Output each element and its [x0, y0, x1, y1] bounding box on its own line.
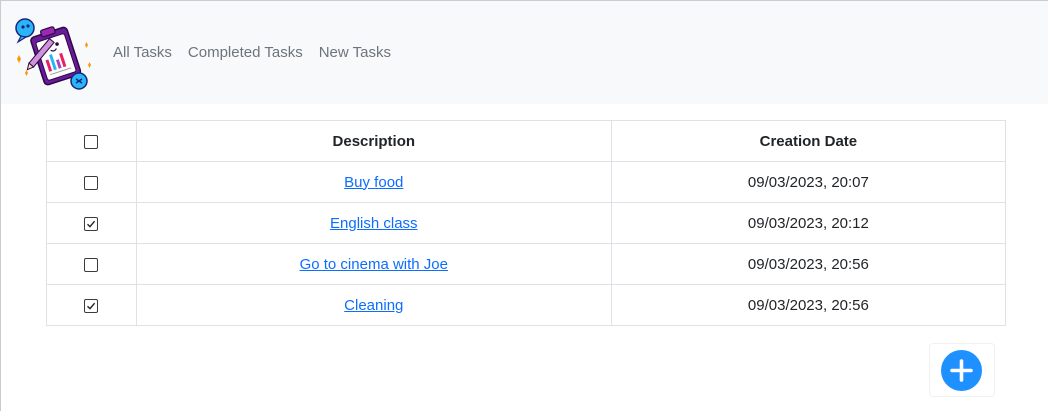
description-cell: Buy food [135, 161, 612, 203]
task-checklist-clipboard-icon[interactable] [11, 15, 93, 93]
task-link[interactable]: Go to cinema with Joe [300, 256, 448, 273]
select-all-cell [46, 120, 137, 162]
table-row: Go to cinema with Joe 09/03/2023, 20:56 [46, 243, 1007, 285]
nav-completed-tasks[interactable]: Completed Tasks [188, 44, 303, 61]
nav-all-tasks[interactable]: All Tasks [113, 44, 172, 61]
row-checkbox-cell [46, 202, 137, 244]
tasks-table: Description Creation Date Buy food 09/03… [46, 120, 1007, 326]
creation-date-cell: 09/03/2023, 20:56 [610, 284, 1007, 326]
navbar: All Tasks Completed Tasks New Tasks [1, 1, 1048, 104]
task-link[interactable]: Cleaning [344, 297, 403, 314]
row-checkbox-cell [46, 243, 137, 285]
table-row: Cleaning 09/03/2023, 20:56 [46, 284, 1007, 326]
task-checkbox[interactable] [84, 175, 99, 190]
description-cell: Cleaning [135, 284, 612, 326]
creation-date-cell: 09/03/2023, 20:07 [610, 161, 1007, 203]
add-task-container [929, 343, 995, 397]
table-row: Buy food 09/03/2023, 20:07 [46, 161, 1007, 203]
checkmark-icon [87, 302, 96, 310]
app-window: All Tasks Completed Tasks New Tasks Desc… [0, 0, 1048, 411]
select-all-checkbox[interactable] [84, 134, 99, 149]
nav-new-tasks[interactable]: New Tasks [319, 44, 391, 61]
task-link[interactable]: English class [330, 215, 418, 232]
creation-date-header[interactable]: Creation Date [610, 120, 1007, 162]
creation-date-cell: 09/03/2023, 20:12 [610, 202, 1007, 244]
table-row: English class 09/03/2023, 20:12 [46, 202, 1007, 244]
checkmark-icon [87, 220, 96, 228]
task-checkbox[interactable] [84, 216, 99, 231]
task-checkbox[interactable] [84, 257, 99, 272]
description-cell: English class [135, 202, 612, 244]
task-link[interactable]: Buy food [344, 174, 403, 191]
add-task-button[interactable] [941, 350, 982, 391]
description-header[interactable]: Description [135, 120, 612, 162]
creation-date-cell: 09/03/2023, 20:56 [610, 243, 1007, 285]
row-checkbox-cell [46, 161, 137, 203]
description-cell: Go to cinema with Joe [135, 243, 612, 285]
nav-links: All Tasks Completed Tasks New Tasks [113, 44, 391, 61]
table-header-row: Description Creation Date [46, 120, 1007, 162]
row-checkbox-cell [46, 284, 137, 326]
plus-circle-icon [950, 359, 973, 382]
task-checkbox[interactable] [84, 298, 99, 313]
